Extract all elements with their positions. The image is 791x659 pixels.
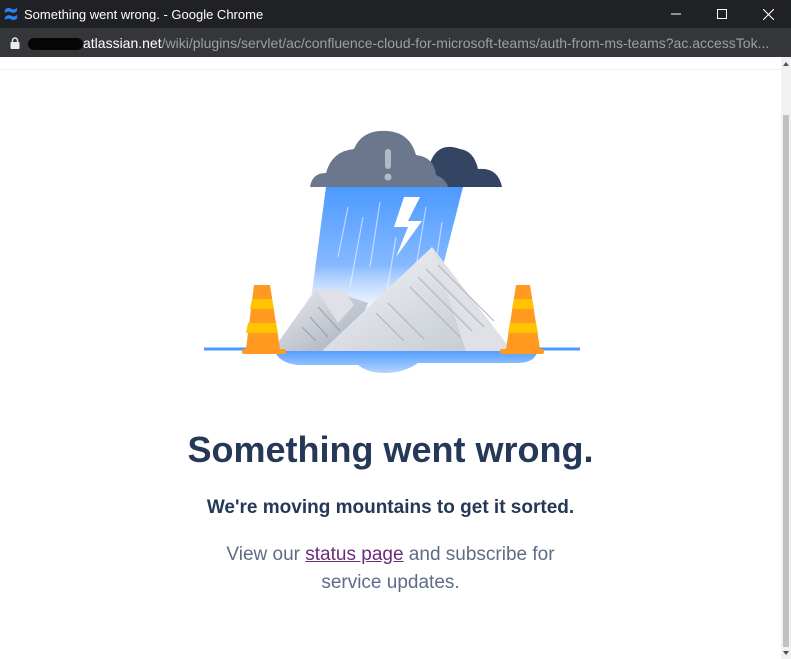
window-titlebar: Something went wrong. - Google Chrome <box>0 0 791 28</box>
status-info: View our status page and subscribe for se… <box>0 541 781 597</box>
close-icon <box>762 8 774 20</box>
scroll-down-icon[interactable] <box>783 651 789 655</box>
vertical-scrollbar[interactable] <box>781 57 791 659</box>
scroll-up-icon[interactable] <box>783 62 789 66</box>
cloud-front <box>310 130 448 187</box>
exclamation-icon <box>385 149 391 169</box>
traffic-cone-right <box>500 285 544 354</box>
url-host: atlassian.net <box>83 34 162 51</box>
minimize-icon <box>671 13 681 15</box>
window-title: Something went wrong. - Google Chrome <box>24 6 264 22</box>
redacted-subdomain <box>28 37 83 50</box>
info-prefix: View our <box>226 544 306 565</box>
info-suffix: and subscribe for <box>403 544 555 565</box>
close-button[interactable] <box>745 0 791 28</box>
address-bar[interactable]: atlassian.net/wiki/plugins/servlet/ac/co… <box>0 28 791 57</box>
info-line2: service updates. <box>321 572 460 593</box>
lock-icon <box>10 36 20 49</box>
water <box>274 349 538 373</box>
divider <box>0 69 781 70</box>
error-headline: Something went wrong. <box>187 429 594 470</box>
maximize-button[interactable] <box>699 0 745 28</box>
error-subtitle: We're moving mountains to get it sorted. <box>206 497 575 518</box>
status-page-link[interactable]: status page <box>305 544 403 565</box>
confluence-icon <box>4 7 18 21</box>
url-text[interactable]: atlassian.net/wiki/plugins/servlet/ac/co… <box>83 35 769 51</box>
url-path: /wiki/plugins/servlet/ac/confluence-clou… <box>161 34 770 51</box>
scrollbar-thumb[interactable] <box>783 115 789 647</box>
minimize-button[interactable] <box>653 0 699 28</box>
page-content: Something went wrong. We're moving mount… <box>0 57 781 659</box>
storm-mountain-illustration <box>204 130 580 373</box>
maximize-icon <box>717 9 727 19</box>
